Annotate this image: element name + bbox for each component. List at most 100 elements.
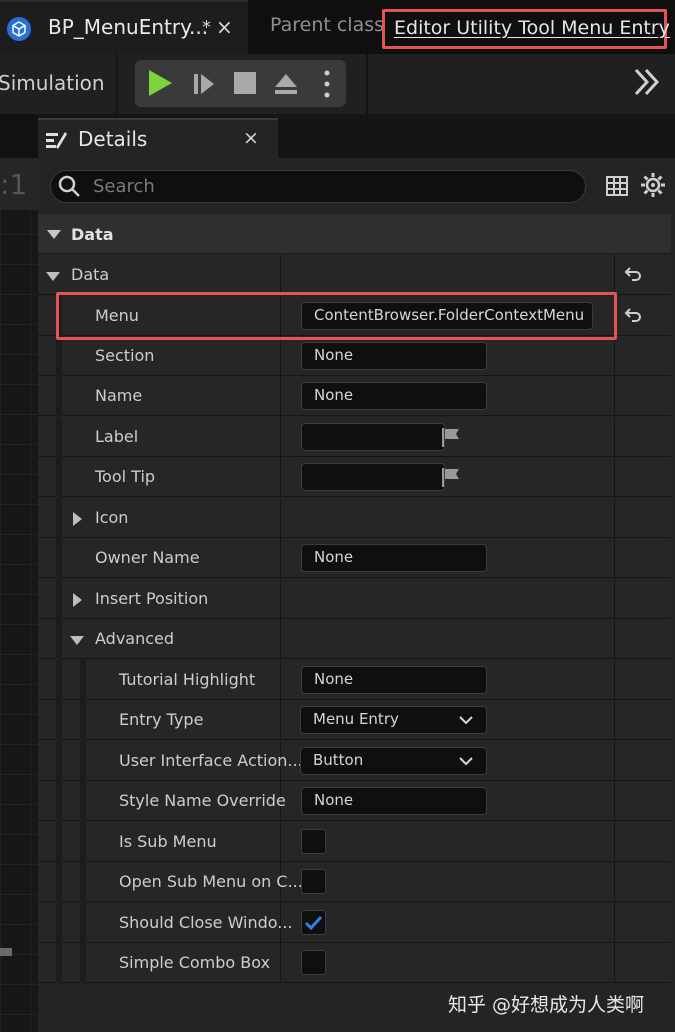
more-options-icon[interactable] (324, 69, 330, 99)
eject-icon[interactable] (273, 71, 299, 97)
property-label: Icon (95, 508, 129, 527)
entry-type-dropdown[interactable]: Menu Entry (300, 706, 487, 734)
property-row-insert-position[interactable]: Insert Position (38, 579, 671, 619)
name-value: None (314, 386, 354, 404)
edit-icon (46, 132, 67, 149)
property-row-style-name-override: Style Name Override None (38, 781, 671, 821)
property-label: Should Close Windo... (119, 913, 293, 932)
details-search (50, 170, 586, 203)
ui-action-value: Button (313, 751, 364, 769)
unsaved-indicator: * (202, 17, 211, 38)
graph-editor-background[interactable] (0, 114, 38, 1032)
details-tab[interactable]: Details × (38, 118, 278, 158)
property-label: Name (95, 386, 143, 405)
watermark-text: 知乎 @好想成为人类啊 (448, 994, 645, 1016)
property-row-advanced[interactable]: Advanced (38, 619, 671, 659)
parent-class-label: Parent class (270, 14, 385, 36)
owner-name-field[interactable]: None (301, 544, 487, 572)
property-label: Entry Type (119, 710, 204, 729)
parent-class-link[interactable]: Editor Utility Tool Menu Entry (382, 9, 670, 49)
tutorial-highlight-value: None (314, 670, 354, 688)
property-row-label: Label (38, 417, 671, 457)
category-header-data[interactable]: Data (38, 214, 671, 254)
chevron-down-icon (459, 716, 473, 725)
step-forward-icon[interactable] (192, 72, 216, 96)
group-label: Data (71, 265, 110, 284)
style-name-override-field[interactable]: None (301, 787, 487, 815)
chevron-down-icon (459, 757, 473, 766)
should-close-window-checkbox[interactable] (301, 910, 326, 935)
open-sub-menu-checkbox[interactable] (301, 869, 326, 894)
property-row-simple-combo-box: Simple Combo Box (38, 943, 671, 983)
tab-close-button[interactable]: × (216, 15, 233, 39)
property-label: Owner Name (95, 548, 200, 567)
property-row-should-close-window: Should Close Windo... (38, 903, 671, 943)
property-label: Is Sub Menu (119, 832, 217, 851)
property-label: Tutorial Highlight (119, 670, 256, 689)
property-row-tutorial-highlight: Tutorial Highlight None (38, 660, 671, 700)
property-label: Style Name Override (119, 791, 286, 810)
property-label: Tool Tip (95, 467, 156, 486)
details-close-button[interactable]: × (243, 127, 259, 149)
property-row-entry-type: Entry Type Menu Entry (38, 700, 671, 740)
toolbar: Simulation (0, 54, 675, 114)
expand-arrow-icon[interactable] (73, 512, 82, 526)
category-title: Data (71, 225, 114, 244)
section-field[interactable]: None (301, 342, 487, 370)
entry-type-value: Menu Entry (313, 710, 399, 728)
stop-icon[interactable] (234, 72, 256, 94)
search-input[interactable] (93, 173, 573, 200)
reset-to-default-icon[interactable] (623, 305, 643, 325)
property-label: User Interface Action... (119, 751, 303, 770)
toolbar-divider (116, 54, 118, 114)
collapse-arrow-icon[interactable] (46, 272, 60, 281)
property-row-is-sub-menu: Is Sub Menu (38, 822, 671, 862)
property-label: Label (95, 427, 139, 446)
property-row-name: Name None (38, 376, 671, 416)
property-label: Advanced (95, 629, 175, 648)
graph-tab-area (0, 114, 38, 158)
property-matrix-icon[interactable] (605, 174, 629, 198)
property-label: Section (95, 346, 155, 365)
label-field[interactable] (301, 423, 445, 451)
checkmark-icon (304, 915, 323, 931)
collapse-arrow-icon[interactable] (70, 636, 84, 645)
asset-tab[interactable]: BP_MenuEntry... * × (0, 0, 248, 54)
property-label: Open Sub Menu on C... (119, 872, 303, 891)
property-row-section: Section None (38, 336, 671, 376)
property-row-tooltip: Tool Tip (38, 457, 671, 497)
tutorial-highlight-field[interactable]: None (301, 666, 487, 694)
section-value: None (314, 346, 354, 364)
localization-flag-icon[interactable] (440, 467, 462, 487)
property-row-ui-action: User Interface Action... Button (38, 741, 671, 781)
ui-action-dropdown[interactable]: Button (300, 747, 487, 775)
toolbar-overflow-icon[interactable] (633, 66, 661, 98)
graph-zoom-text: :1 (0, 168, 28, 201)
reset-to-default-icon[interactable] (623, 264, 643, 284)
details-tab-title: Details (78, 127, 148, 151)
play-icon[interactable] (149, 70, 172, 96)
play-controls (135, 60, 346, 107)
expand-arrow-icon[interactable] (73, 593, 82, 607)
collapse-arrow-icon (47, 230, 61, 239)
property-row-icon[interactable]: Icon (38, 498, 671, 538)
property-row-owner-name: Owner Name None (38, 538, 671, 578)
localization-flag-icon[interactable] (440, 427, 462, 447)
annotation-highlight-box (56, 292, 617, 340)
property-label: Insert Position (95, 589, 209, 608)
settings-gear-icon[interactable] (640, 172, 666, 198)
parent-class-value[interactable]: Editor Utility Tool Menu Entry (394, 17, 670, 39)
toolbar-divider (366, 54, 368, 114)
group-row-data[interactable]: Data (38, 255, 671, 295)
style-name-override-value: None (314, 791, 354, 809)
graph-node-edge (0, 948, 12, 956)
property-row-open-sub-menu: Open Sub Menu on C... (38, 862, 671, 902)
owner-name-value: None (314, 548, 354, 566)
name-field[interactable]: None (301, 382, 487, 410)
is-sub-menu-checkbox[interactable] (301, 829, 326, 854)
simulation-button[interactable]: Simulation (0, 71, 105, 95)
search-icon (58, 175, 80, 197)
simple-combo-box-checkbox[interactable] (301, 950, 326, 975)
tooltip-field[interactable] (301, 463, 445, 491)
blueprint-icon (7, 17, 31, 41)
